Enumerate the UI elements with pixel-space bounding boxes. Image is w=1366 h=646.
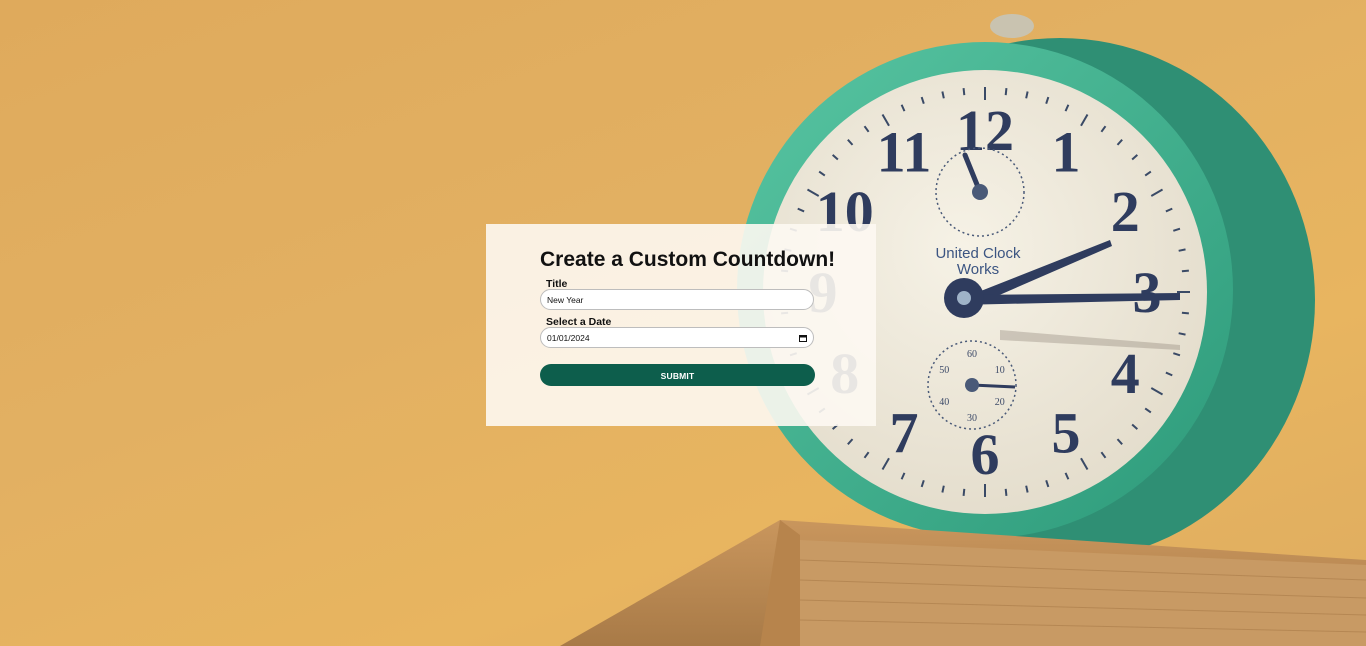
clock-dial-number: 5 [1052, 400, 1081, 465]
sub-dial-number: 50 [939, 365, 949, 376]
clock-dial-number: 1 [1052, 120, 1081, 185]
clock-dial-number: 11 [877, 120, 932, 185]
clock-tick [962, 88, 966, 96]
clock-tick [1025, 91, 1029, 99]
clock-tick [1004, 88, 1008, 96]
date-input-value: 01/01/2024 [547, 332, 590, 343]
clock-brand-line2: Works [957, 261, 999, 278]
date-input[interactable]: 01/01/2024 [540, 327, 814, 348]
form-heading: Create a Custom Countdown! [540, 248, 836, 271]
clock-tick [1025, 485, 1029, 493]
clock-tick [1178, 332, 1186, 336]
submit-button[interactable]: SUBMIT [540, 364, 815, 386]
clock-dial-number: 6 [971, 422, 1000, 487]
clock-tick [941, 485, 945, 493]
clock-dial-number: 2 [1111, 179, 1140, 244]
clock-dial-number: 7 [890, 400, 919, 465]
clock-dial-number: 4 [1111, 341, 1140, 406]
clock-tick [1004, 488, 1008, 496]
clock-tick [1178, 248, 1186, 252]
lower-sub-dial-center [965, 378, 979, 392]
clock-tick [962, 488, 966, 496]
sub-dial-number: 40 [939, 397, 949, 408]
clock-tick [1181, 269, 1189, 273]
upper-sub-dial-center [972, 184, 988, 200]
sub-dial-number: 10 [995, 365, 1005, 376]
clock-bell-knob [990, 14, 1034, 38]
calendar-icon[interactable] [799, 334, 807, 342]
clock-tick [941, 91, 945, 99]
clock-hands-pin [957, 291, 971, 305]
sub-dial-number: 30 [967, 413, 977, 424]
countdown-form-card: Create a Custom Countdown! Title New Yea… [486, 224, 876, 426]
sub-dial-number: 60 [967, 349, 977, 360]
clock-tick [1181, 311, 1189, 315]
title-input-value: New Year [547, 294, 584, 305]
clock-dial-number: 3 [1133, 260, 1162, 325]
clock-brand-line1: United Clock [935, 245, 1021, 262]
title-input[interactable]: New Year [540, 289, 814, 310]
sub-dial-number: 20 [995, 397, 1005, 408]
